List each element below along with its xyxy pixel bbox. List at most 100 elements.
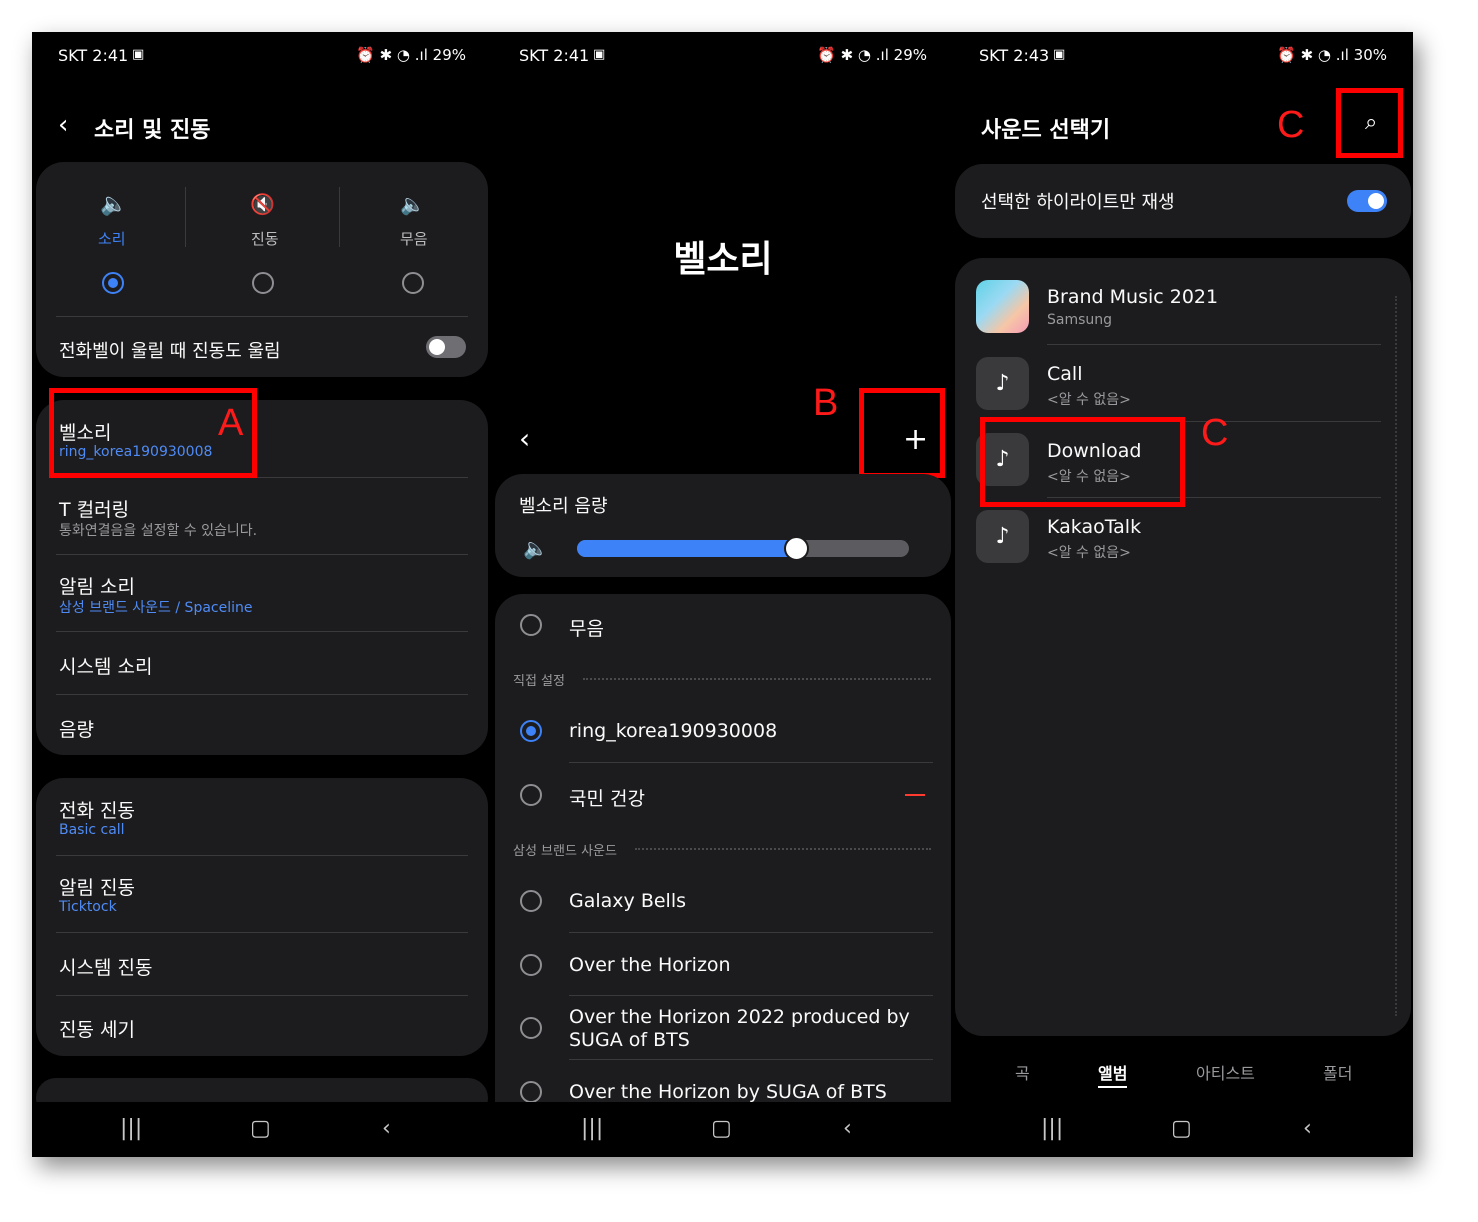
t-coloring-subtitle: 통화연결음을 설정할 수 있습니다. [59,523,258,539]
ringtone-label: 무음 [569,618,604,640]
divider [56,995,468,996]
mode-sound-radio[interactable] [102,272,124,294]
ringtone-label: Over the Horizon by SUGA of BTS [569,1081,887,1103]
page-title: 벨소리 [673,239,773,280]
home-icon[interactable]: ▢ [1171,1116,1192,1141]
volume-slider-thumb[interactable] [784,536,809,561]
page-title: 사운드 선택기 [981,118,1111,143]
gallery-icon: ▣ [132,47,145,62]
remove-icon[interactable] [905,794,925,796]
divider [56,855,468,856]
mode-vibrate-radio[interactable] [252,272,274,294]
status-icons: ⏰ ✱ ◔ .ıl 29% [356,46,466,64]
ringtone-volume-label: 벨소리 음량 [519,496,608,517]
notification-sound-title: 알림 소리 [59,576,135,598]
page-title: 소리 및 진동 [94,118,211,143]
divider [56,631,468,632]
volume-slider[interactable] [577,536,909,561]
tab-albums[interactable]: 앨범 [1098,1060,1128,1088]
radio-button[interactable] [520,784,542,806]
settings-item-system-sound[interactable]: 시스템 소리 [59,652,152,679]
battery-level: 29% [893,46,927,64]
sound-icon[interactable]: 🔈 [100,192,127,217]
navigation-bar: ||| ▢ ‹ [493,1102,953,1157]
battery-level: 29% [432,46,466,64]
ringtone-screen: SKT 2:41 ▣ ⏰ ✱ ◔ .ıl 29% 벨소리 ‹ + B 벨소리 음… [493,32,953,1157]
back-nav-icon[interactable]: ‹ [843,1116,852,1141]
annotation-box-search [1336,88,1403,158]
back-nav-icon[interactable]: ‹ [1303,1116,1312,1141]
highlight-card: 선택한 하이라이트만 재생 [955,164,1411,238]
recent-apps-icon[interactable]: ||| [1041,1116,1063,1141]
battery-level: 30% [1353,46,1387,64]
mode-vibrate-label: 진동 [251,230,279,248]
annotation-box-b [859,388,945,478]
notification-vibration-title: 알림 진동 [59,877,135,899]
recent-apps-icon[interactable]: ||| [120,1116,142,1141]
scrollbar[interactable] [1395,296,1399,1016]
settings-item-vibration-intensity[interactable]: 진동 세기 [59,1015,135,1042]
radio-button[interactable] [520,614,542,636]
status-icons: ⏰ ✱ ◔ .ıl 29% [817,46,927,64]
notification-vibration-subtitle: Ticktock [59,899,117,915]
mode-mute-label: 무음 [400,230,428,248]
album-subtitle: <알 수 없음> [1047,545,1131,561]
screenshot-composite: SKT 2:41 ▣ ⏰ ✱ ◔ .ıl 29% ‹ 소리 및 진동 🔈 소리 … [32,32,1413,1157]
ringtone-label: ring_korea190930008 [569,720,778,742]
radio-button[interactable] [520,720,542,742]
sound-picker-screen: SKT 2:43 ▣ ⏰ ✱ ◔ .ıl 30% 사운드 선택기 ⌕ C 선택한… [953,32,1413,1157]
album-title: Brand Music 2021 [1047,286,1219,308]
settings-item-system-vibration[interactable]: 시스템 진동 [59,953,152,980]
annotation-label-search: C [1277,104,1305,146]
mute-icon[interactable]: 🔈 [400,192,425,216]
back-nav-icon[interactable]: ‹ [382,1116,391,1141]
tab-songs[interactable]: 곡 [1015,1060,1030,1084]
back-icon[interactable]: ‹ [58,110,68,140]
navigation-bar: ||| ▢ ‹ [953,1102,1413,1157]
t-coloring-title: T 컬러링 [59,499,130,521]
section-samsung-brand: 삼성 브랜드 사운드 [513,844,617,859]
album-list-card: Brand Music 2021 Samsung ♪ Call <알 수 없음>… [955,258,1411,1036]
divider [56,932,468,933]
home-icon[interactable]: ▢ [711,1116,732,1141]
album-title: KakaoTalk [1047,516,1142,538]
vibrate-icon[interactable]: 🔇 [250,192,275,216]
carrier-time: SKT 2:41 [519,46,590,65]
home-icon[interactable]: ▢ [250,1116,271,1141]
mode-mute-radio[interactable] [402,272,424,294]
annotation-label-download: C [1201,412,1229,454]
radio-button[interactable] [520,954,542,976]
divider [339,187,340,247]
radio-button[interactable] [520,1081,542,1103]
divider [1047,344,1381,345]
vibrate-ring-label: 전화벨이 울릴 때 진동도 울림 [59,341,281,362]
annotation-label-b: B [813,382,839,424]
tab-artists[interactable]: 아티스트 [1196,1060,1255,1084]
divider [569,932,933,933]
status-bar: SKT 2:41 ▣ ⏰ ✱ ◔ .ıl 29% [519,46,927,68]
divider [569,1059,933,1060]
volume-icon: 🔈 [523,536,548,560]
section-divider [583,678,931,680]
radio-button[interactable] [520,1017,542,1039]
highlight-toggle[interactable] [1347,190,1387,212]
recent-apps-icon[interactable]: ||| [581,1116,603,1141]
carrier-time: SKT 2:41 [58,46,129,65]
gallery-icon: ▣ [1053,47,1066,62]
back-icon[interactable]: ‹ [519,422,530,455]
call-vibration-title: 전화 진동 [59,800,135,822]
status-bar: SKT 2:43 ▣ ⏰ ✱ ◔ .ıl 30% [979,46,1387,68]
section-divider [635,848,931,850]
settings-item-volume[interactable]: 음량 [59,715,94,742]
tab-folders[interactable]: 폴더 [1323,1060,1352,1084]
music-note-icon: ♪ [976,510,1029,563]
radio-button[interactable] [520,890,542,912]
ringtone-label: Over the Horizon [569,954,731,976]
divider [56,554,468,555]
ringtone-label: 국민 건강 [569,788,645,810]
ringtone-list-card: 무음 직접 설정 ring_korea190930008 국민 건강 삼성 브랜… [495,594,951,1157]
divider [56,694,468,695]
navigation-bar: ||| ▢ ‹ [32,1102,492,1157]
section-custom: 직접 설정 [513,674,565,689]
vibrate-ring-toggle[interactable] [426,336,466,358]
